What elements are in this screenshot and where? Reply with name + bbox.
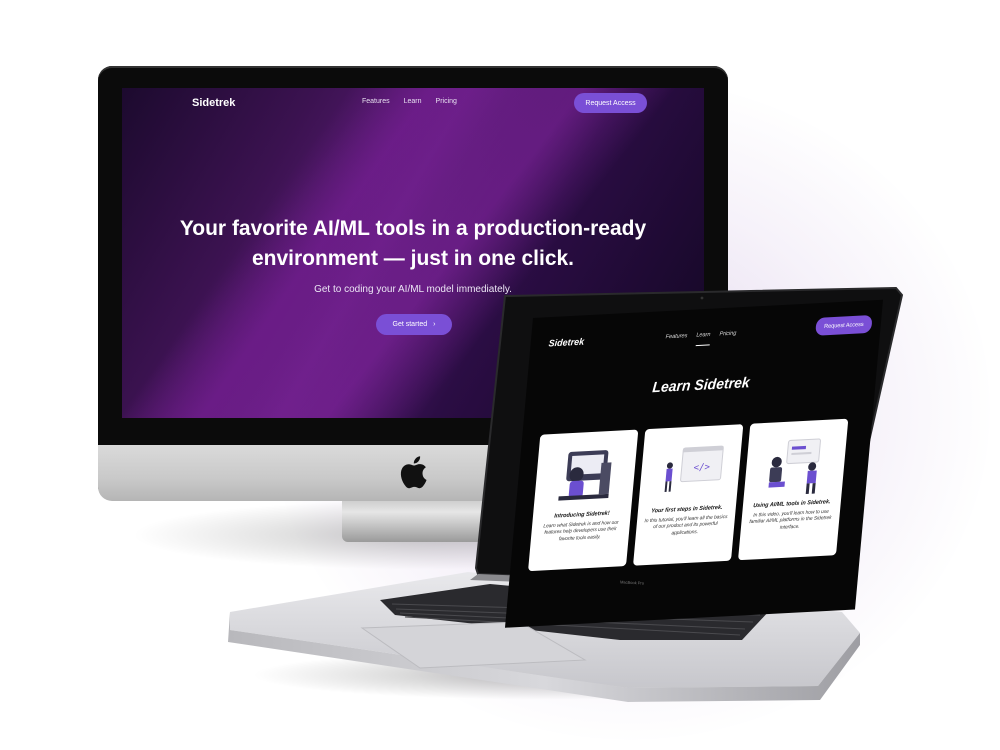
learn-cards: Introducing Sidetrek! Learn what Sidetre…: [528, 418, 849, 572]
card-title: Your first steps in Sidetrek.: [650, 504, 723, 515]
macbook-nav-pricing[interactable]: Pricing: [718, 330, 736, 345]
card-body: Learn what Sidetrek is and how our featu…: [543, 520, 619, 542]
macbook-nav-learn[interactable]: Learn: [695, 331, 711, 347]
team-illustration-icon: [768, 438, 821, 495]
code-window-illustration-icon: </>: [664, 445, 724, 492]
learn-card[interactable]: Introducing Sidetrek! Learn what Sidetre…: [528, 429, 639, 572]
learn-card[interactable]: Using AI/ML tools in Sidetrek. In this v…: [738, 418, 849, 561]
macbook-nav-features[interactable]: Features: [665, 333, 687, 348]
macbook-nav-links: Features Learn Pricing: [665, 330, 737, 347]
macbook-request-access-button[interactable]: Request Access: [815, 314, 873, 336]
svg-text:</>: </>: [693, 462, 711, 474]
learn-page-title: Learn Sidetrek: [651, 373, 751, 396]
developer-illustration-icon: [558, 450, 612, 501]
card-body: In this tutorial, you'll learn all the b…: [644, 514, 728, 537]
macbook-brand-logo[interactable]: Sidetrek: [548, 336, 584, 348]
card-title: Introducing Sidetrek!: [553, 510, 610, 520]
card-title: Using AI/ML tools in Sidetrek.: [752, 498, 831, 510]
card-body: In this video, you'll learn how to use f…: [749, 509, 832, 531]
learn-card[interactable]: </> Your first steps in Sidetrek. In thi…: [633, 424, 744, 566]
macbook-screen: Sidetrek Features Learn Pricing Request …: [504, 299, 883, 628]
